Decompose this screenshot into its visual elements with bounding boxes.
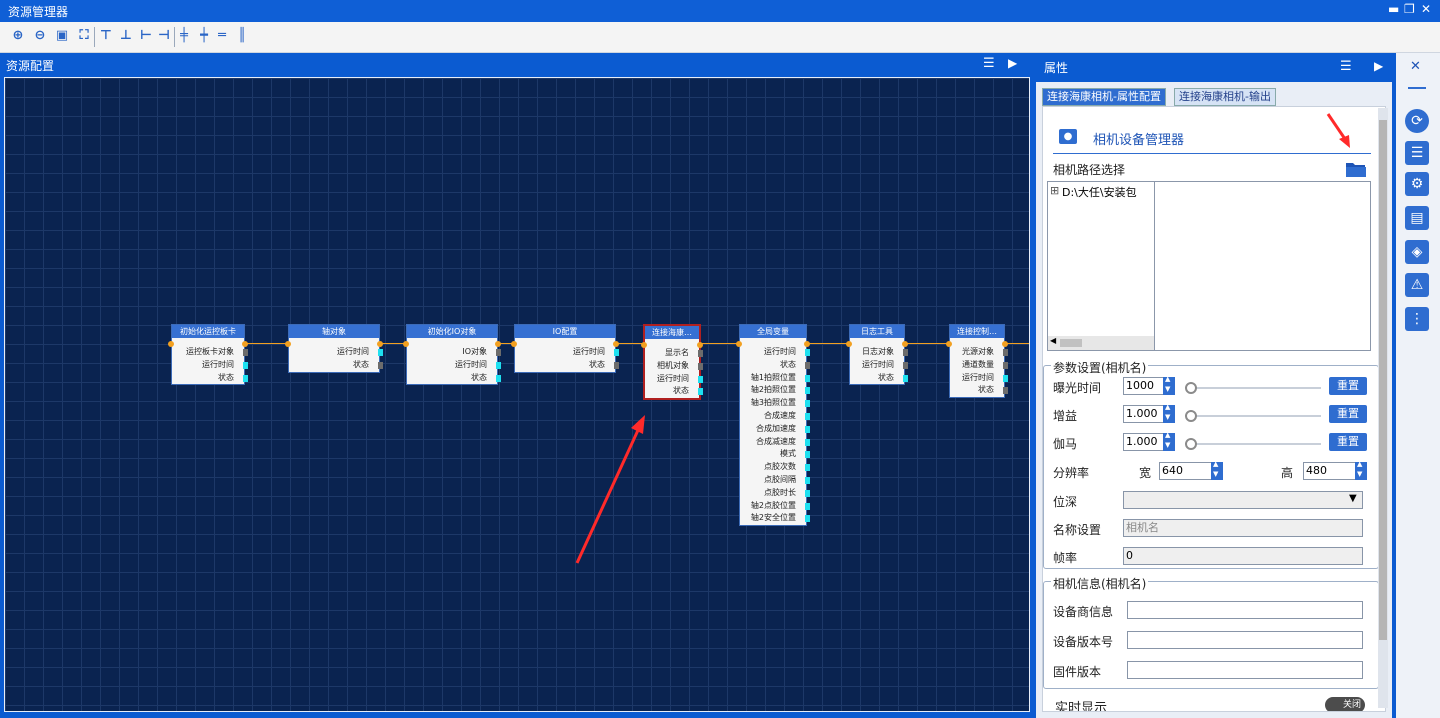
vendor-field[interactable]	[1127, 601, 1363, 619]
gamma-slider[interactable]	[1191, 443, 1321, 445]
exposure-reset-button[interactable]: 重置	[1329, 377, 1367, 395]
restore-icon[interactable]: ❐	[1404, 2, 1415, 16]
params-group-title: 参数设置(相机名)	[1051, 359, 1149, 376]
live-toggle[interactable]: 关闭	[1325, 697, 1365, 711]
fullscreen-icon[interactable]: ⛶	[76, 28, 92, 44]
name-label: 名称设置	[1053, 523, 1102, 537]
exposure-slider[interactable]	[1191, 387, 1321, 389]
warning-icon[interactable]: ⚠	[1405, 273, 1429, 297]
checklist-icon[interactable]: ☰	[1405, 141, 1429, 165]
info-group-title: 相机信息(相机名)	[1051, 575, 1149, 592]
bitdepth-label: 位深	[1053, 495, 1078, 509]
tree-scrollbar[interactable]: ◀	[1048, 336, 1154, 350]
width-field[interactable]: 640	[1159, 462, 1213, 480]
gamma-knob[interactable]	[1185, 438, 1197, 450]
annotation-arrow	[575, 415, 645, 564]
firmware-label: 固件版本	[1053, 665, 1102, 679]
gamma-reset-button[interactable]: 重置	[1329, 433, 1367, 451]
gain-reset-button[interactable]: 重置	[1329, 405, 1367, 423]
properties-menu-icon[interactable]: ☰	[1340, 59, 1352, 74]
camera-manager-title: 相机设备管理器	[1093, 133, 1185, 148]
distribute-v-icon[interactable]: ┿	[196, 28, 212, 44]
sidebar-close-icon[interactable]: ✕	[1410, 59, 1421, 74]
camera-icon: ●	[1059, 129, 1077, 144]
settings-list-icon[interactable]: ⚙	[1405, 172, 1429, 196]
expand-icon[interactable]: ⊞	[1050, 184, 1059, 197]
resolution-label: 分辨率	[1053, 466, 1090, 480]
align-left-icon[interactable]: ⊢	[138, 28, 154, 44]
properties-content: ● 相机设备管理器 相机路径选择 ⊞ D:\大任\安装包 ◀ 参数设置(相机名)…	[1042, 106, 1386, 712]
zoom-in-icon[interactable]: ⊕	[10, 28, 26, 44]
resource-config-title: 资源配置	[6, 59, 55, 73]
minimize-icon[interactable]: ▬	[1388, 2, 1399, 16]
layout-icon[interactable]: ▤	[1405, 206, 1429, 230]
align-top-icon[interactable]: ⊤	[98, 28, 114, 44]
flow-icon[interactable]: ⋮	[1405, 307, 1429, 331]
sync-icon[interactable]: ⟳	[1405, 109, 1429, 133]
center-h-icon[interactable]: ═	[214, 28, 230, 44]
fit-icon[interactable]: ▣	[54, 28, 70, 44]
menu-icon[interactable]: ☰	[983, 56, 995, 71]
gain-label: 增益	[1053, 409, 1078, 423]
exposure-field[interactable]: 1000	[1123, 377, 1167, 395]
align-bottom-icon[interactable]: ⊥	[118, 28, 134, 44]
firmware-field[interactable]	[1127, 661, 1363, 679]
exposure-knob[interactable]	[1185, 382, 1197, 394]
pin-icon[interactable]: ▶	[1008, 56, 1017, 70]
exposure-label: 曝光时间	[1053, 381, 1102, 395]
width-label: 宽	[1139, 466, 1152, 480]
bitdepth-select[interactable]	[1123, 491, 1363, 509]
distribute-h-icon[interactable]: ╪	[176, 28, 192, 44]
gamma-label: 伽马	[1053, 437, 1078, 451]
gain-field[interactable]: 1.000	[1123, 405, 1167, 423]
tree-item[interactable]: D:\大任\安装包	[1062, 184, 1137, 200]
properties-panel: 连接海康相机-属性配置 连接海康相机-输出 ● 相机设备管理器 相机路径选择 ⊞…	[1036, 82, 1392, 718]
window-title: 资源管理器	[8, 5, 69, 19]
height-label: 高	[1281, 466, 1294, 480]
resource-config-header: 资源配置 ☰ ▶	[0, 53, 1033, 75]
vendor-label: 设备商信息	[1053, 605, 1114, 619]
gain-knob[interactable]	[1185, 410, 1197, 422]
live-label: 实时显示	[1055, 701, 1108, 712]
path-tree-box[interactable]: ⊞ D:\大任\安装包 ◀	[1047, 181, 1371, 351]
zoom-out-icon[interactable]: ⊖	[32, 28, 48, 44]
properties-pin-icon[interactable]: ▶	[1374, 59, 1383, 73]
properties-title: 属性	[1044, 61, 1069, 75]
properties-header: 属性 ☰ ▶	[1036, 53, 1392, 79]
tab-output[interactable]: 连接海康相机-输出	[1174, 88, 1276, 106]
version-label: 设备版本号	[1053, 635, 1114, 649]
right-sidebar: ✕ ⟳ ☰ ⚙ ▤ ◈ ⚠ ⋮	[1396, 53, 1440, 718]
fps-field: 0	[1123, 547, 1363, 565]
gain-spinner[interactable]	[1163, 403, 1175, 423]
folder-icon[interactable]	[1345, 159, 1367, 179]
toggle-label: 关闭	[1342, 700, 1361, 710]
gamma-field[interactable]: 1.000	[1123, 433, 1167, 451]
path-label: 相机路径选择	[1053, 163, 1126, 177]
height-spinner[interactable]	[1355, 460, 1367, 480]
align-right-icon[interactable]: ⊣	[156, 28, 172, 44]
height-field[interactable]: 480	[1303, 462, 1357, 480]
fps-label: 帧率	[1053, 551, 1078, 565]
version-field[interactable]	[1127, 631, 1363, 649]
properties-scrollbar[interactable]	[1378, 108, 1388, 708]
center-v-icon[interactable]: ║	[234, 28, 250, 44]
graph-canvas[interactable]: 初始化运控板卡 运控板卡对象 运行时间 状态 轴对象 运行时间 状态 初始化IO对象 IO对象运…	[4, 77, 1030, 712]
tab-config[interactable]: 连接海康相机-属性配置	[1042, 88, 1166, 106]
toolbar: ⊕ ⊖ ▣ ⛶ ⊤ ⊥ ⊢ ⊣ ╪ ┿ ═ ║	[0, 22, 1440, 53]
width-spinner[interactable]	[1211, 460, 1223, 480]
title-bar: 资源管理器 ▬ ❐ ✕	[0, 0, 1440, 22]
layers-icon[interactable]: ◈	[1405, 240, 1429, 264]
name-field[interactable]: 相机名	[1123, 519, 1363, 537]
close-icon[interactable]: ✕	[1421, 2, 1431, 16]
chevron-down-icon[interactable]: ▼	[1349, 493, 1357, 504]
exposure-spinner[interactable]	[1163, 375, 1175, 395]
annotation-arrow-top	[1326, 113, 1350, 148]
gamma-spinner[interactable]	[1163, 431, 1175, 451]
gain-slider[interactable]	[1191, 415, 1321, 417]
